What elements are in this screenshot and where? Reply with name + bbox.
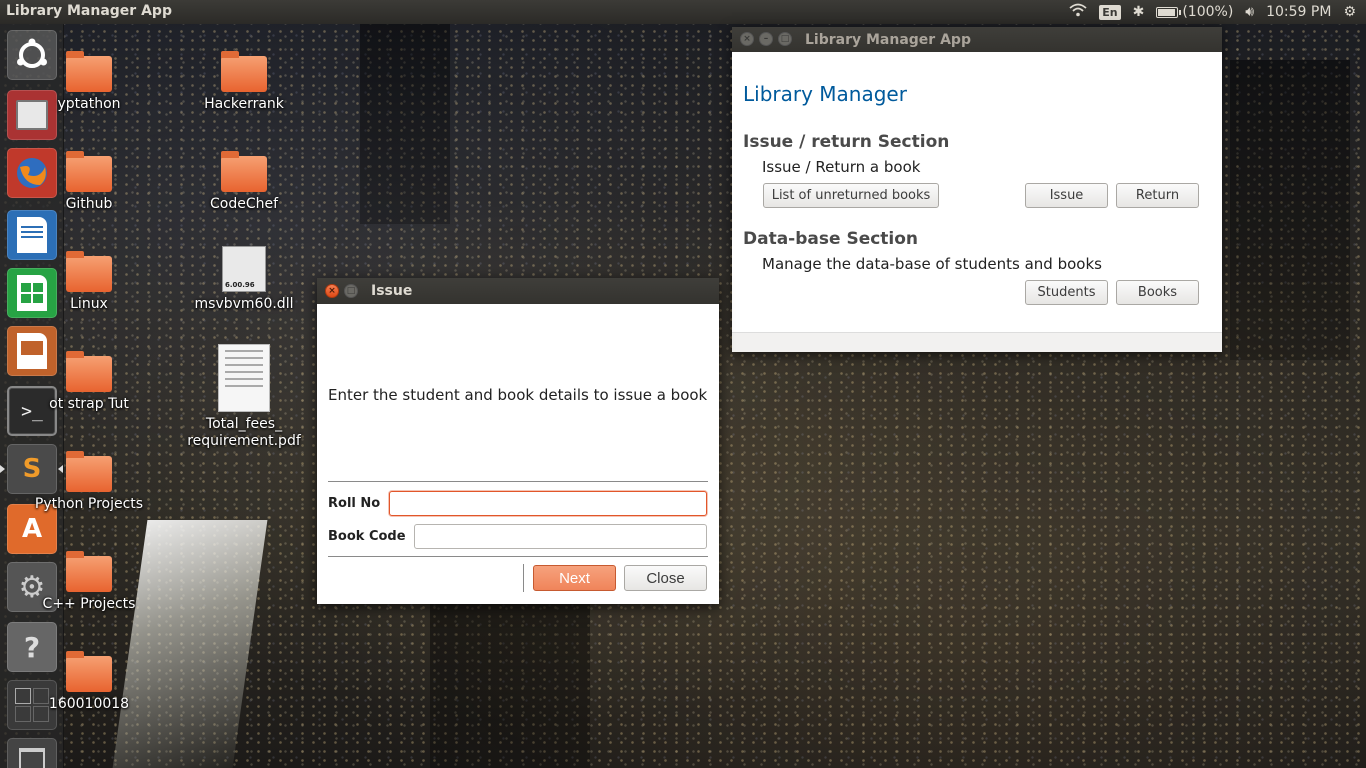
gear-icon[interactable]: ⚙ <box>1343 4 1356 20</box>
close-icon[interactable]: × <box>740 32 754 46</box>
desktop-folder[interactable]: yptathon <box>29 51 149 112</box>
divider <box>328 556 708 557</box>
window-content: Library Manager Issue / return Section I… <box>732 52 1222 332</box>
wallpaper-building <box>360 24 450 224</box>
desktop-icon-label: Python Projects <box>34 496 144 512</box>
dialog-titlebar[interactable]: × □ Issue <box>317 278 719 304</box>
issue-dialog: × □ Issue Enter the student and book det… <box>317 278 719 604</box>
top-panel: Library Manager App En ✱ (100%) 🔊︎ 10:59… <box>0 0 1366 24</box>
desktop-icon-label: msvbvm60.dll <box>194 296 294 312</box>
folder-icon <box>221 51 267 92</box>
clock[interactable]: 10:59 PM <box>1266 4 1331 20</box>
page-title: Library Manager <box>743 82 907 106</box>
window-title: Library Manager App <box>805 31 971 48</box>
desktop-folder[interactable]: ot strap Tut <box>29 351 149 412</box>
folder-icon <box>66 251 112 292</box>
window-footer <box>732 332 1222 352</box>
maximize-icon[interactable]: □ <box>778 32 792 46</box>
button-separator <box>523 564 524 592</box>
roll-no-label: Roll No <box>328 496 381 511</box>
close-icon[interactable]: × <box>325 284 339 298</box>
wifi-icon[interactable] <box>1069 3 1087 21</box>
maximize-icon[interactable]: □ <box>344 284 358 298</box>
dialog-message: Enter the student and book details to is… <box>328 386 708 404</box>
wallpaper-building <box>430 600 590 768</box>
library-manager-window: × – □ Library Manager App Library Manage… <box>732 27 1222 352</box>
wallpaper-building <box>1230 60 1350 360</box>
books-button[interactable]: Books <box>1116 280 1199 305</box>
desktop-file-pdf[interactable]: Total_fees_ requirement.pdf <box>184 344 304 450</box>
folder-icon <box>66 151 112 192</box>
folder-icon <box>66 651 112 692</box>
pdf-file-icon <box>218 344 270 412</box>
running-indicator <box>0 465 5 473</box>
indicator-area: En ✱ (100%) 🔊︎ 10:59 PM ⚙ <box>1069 0 1356 24</box>
writer-icon[interactable] <box>7 210 57 260</box>
battery-indicator[interactable]: (100%) <box>1156 4 1233 20</box>
desktop-icon-label: C++ Projects <box>42 596 136 612</box>
issue-section-description: Issue / Return a book <box>762 158 921 176</box>
close-button[interactable]: Close <box>624 565 707 591</box>
window-titlebar[interactable]: × – □ Library Manager App <box>732 27 1222 52</box>
desktop-icon-label: yptathon <box>57 96 121 112</box>
desktop-folder[interactable]: C++ Projects <box>29 551 149 612</box>
desktop-icon-label: Github <box>65 196 113 212</box>
dll-badge: 6.00.96 <box>225 281 255 289</box>
volume-icon[interactable]: 🔊︎ <box>1245 4 1254 20</box>
desktop-icon-label: Linux <box>70 296 108 312</box>
active-app-title: Library Manager App <box>6 3 172 19</box>
desktop-folder[interactable]: Github <box>29 151 149 212</box>
next-button[interactable]: Next <box>533 565 616 591</box>
folder-icon <box>66 451 112 492</box>
issue-section-title: Issue / return Section <box>743 132 950 152</box>
desktop-folder[interactable]: Python Projects <box>29 451 149 512</box>
book-code-label: Book Code <box>328 529 406 544</box>
desktop-file-dll[interactable]: 6.00.96 msvbvm60.dll <box>184 246 304 312</box>
desktop-folder[interactable]: 160010018 <box>29 651 149 712</box>
book-code-input[interactable] <box>414 524 707 549</box>
keyboard-layout-indicator[interactable]: En <box>1099 4 1121 20</box>
desktop-icon-label: 160010018 <box>48 696 130 712</box>
desktop-icon-label: Total_fees_ requirement.pdf <box>187 416 301 449</box>
desktop-folder[interactable]: Hackerrank <box>184 51 304 112</box>
folder-icon <box>221 151 267 192</box>
dialog-title: Issue <box>371 283 413 299</box>
divider <box>328 481 708 482</box>
minimize-icon[interactable]: – <box>759 32 773 46</box>
db-section-description: Manage the data-base of students and boo… <box>762 255 1102 273</box>
bluetooth-icon[interactable]: ✱ <box>1133 4 1145 20</box>
desktop-icon-label: CodeChef <box>209 196 279 212</box>
db-section-title: Data-base Section <box>743 229 919 249</box>
battery-percent: (100%) <box>1182 4 1234 20</box>
roll-no-input[interactable] <box>389 491 707 516</box>
desktop-folder[interactable]: Linux <box>29 251 149 312</box>
battery-fill <box>1158 8 1176 16</box>
folder-icon <box>66 551 112 592</box>
trash-icon[interactable] <box>7 738 57 768</box>
folder-icon <box>66 351 112 392</box>
students-button[interactable]: Students <box>1025 280 1108 305</box>
desktop-icon-label: ot strap Tut <box>49 396 129 412</box>
desktop-icon-label: Hackerrank <box>204 96 284 112</box>
desktop-folder[interactable]: CodeChef <box>184 151 304 212</box>
list-unreturned-books-button[interactable]: List of unreturned books <box>763 183 939 208</box>
battery-icon <box>1156 6 1182 18</box>
return-button[interactable]: Return <box>1116 183 1199 208</box>
issue-button[interactable]: Issue <box>1025 183 1108 208</box>
folder-icon <box>66 51 112 92</box>
dll-file-icon: 6.00.96 <box>222 246 266 292</box>
